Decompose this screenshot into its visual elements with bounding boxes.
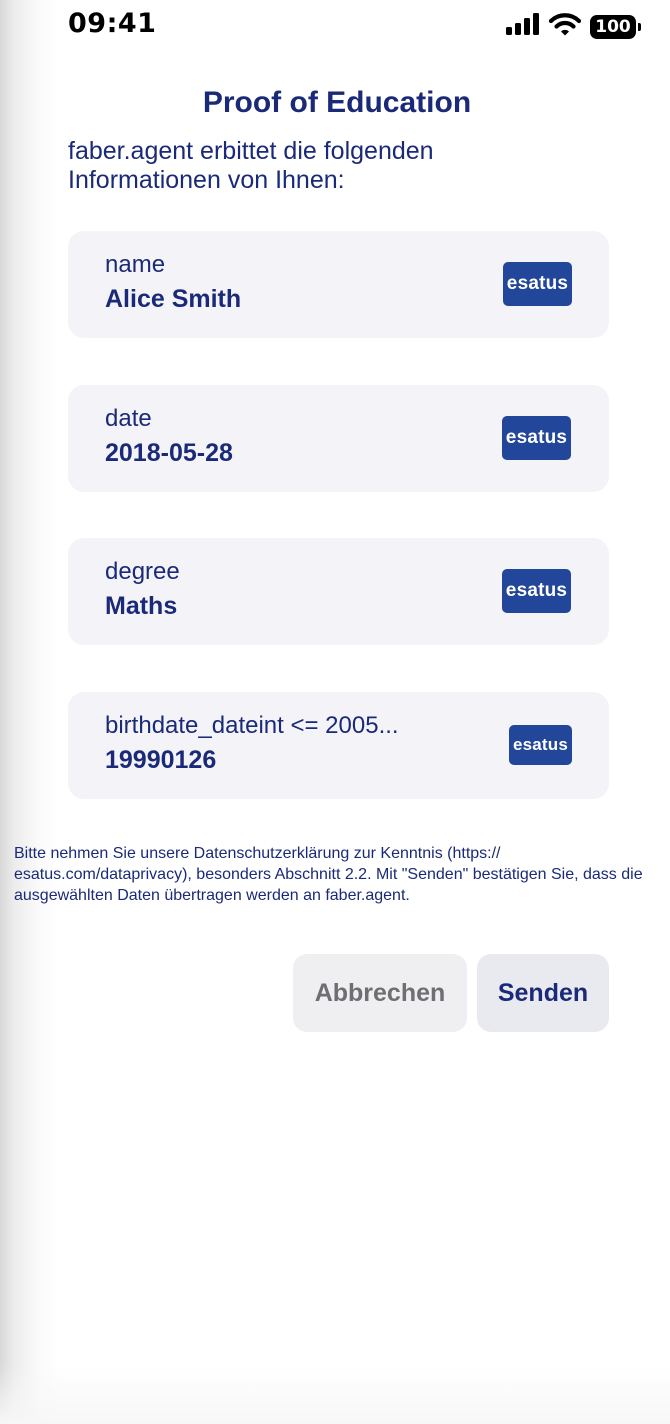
attribute-value: Maths bbox=[105, 592, 178, 620]
issuer-logo: esatus bbox=[502, 416, 571, 460]
bottom-fade bbox=[0, 1364, 670, 1424]
cancel-button[interactable]: Abbrechen bbox=[293, 954, 467, 1032]
attribute-value: 2018-05-28 bbox=[105, 439, 233, 467]
battery-level: 100 bbox=[595, 16, 631, 37]
attribute-card-date: date 2018-05-28 esatus bbox=[68, 385, 609, 492]
request-intro: faber.agent erbittet die folgenden Infor… bbox=[68, 137, 434, 194]
status-icons: 100 bbox=[506, 12, 641, 41]
issuer-logo: esatus bbox=[509, 725, 572, 765]
attribute-card-degree: degree Maths esatus bbox=[68, 538, 609, 645]
attribute-label: degree bbox=[105, 558, 180, 585]
page-title: Proof of Education bbox=[202, 86, 472, 119]
status-time: 09:41 bbox=[68, 8, 157, 39]
privacy-notice: Bitte nehmen Sie unsere Datenschutzerklä… bbox=[14, 843, 664, 906]
issuer-logo: esatus bbox=[502, 569, 571, 613]
attribute-label: birthdate_dateint <= 2005... bbox=[105, 712, 399, 739]
attribute-label: name bbox=[105, 251, 166, 278]
attribute-label: date bbox=[105, 405, 152, 432]
battery-cap bbox=[638, 22, 641, 31]
battery-icon: 100 bbox=[590, 14, 641, 39]
attribute-value: 19990126 bbox=[105, 746, 217, 774]
attribute-card-name: name Alice Smith esatus bbox=[68, 231, 609, 338]
status-bar: 09:41 100 bbox=[0, 0, 670, 52]
issuer-logo: esatus bbox=[503, 262, 572, 306]
privacy-text-start: Bitte nehmen Sie unsere Datenschutzerklä… bbox=[14, 845, 453, 862]
cellular-signal-icon bbox=[506, 13, 540, 40]
attribute-value: Alice Smith bbox=[105, 285, 242, 313]
send-button[interactable]: Senden bbox=[477, 954, 609, 1032]
attribute-card-birthdate: birthdate_dateint <= 2005... 19990126 es… bbox=[68, 692, 609, 799]
wifi-icon bbox=[548, 12, 582, 41]
background-shade bbox=[0, 0, 60, 1424]
